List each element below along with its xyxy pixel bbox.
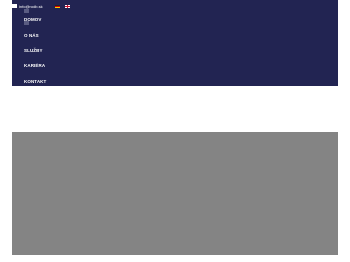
menu-item-sluzby[interactable]: SLUŽBY [24, 43, 46, 58]
menu-item-o-nas[interactable]: O NÁS [24, 27, 46, 42]
email-link[interactable]: info@rodb.sk [19, 4, 43, 9]
main-menu: DOMOV O NÁS SLUŽBY KARIÉRA KONTAKT [24, 12, 46, 89]
flag-de-icon[interactable] [54, 4, 60, 8]
flag-en-icon[interactable] [64, 4, 70, 8]
menu-item-kariera[interactable]: KARIÉRA [24, 58, 46, 73]
menu-item-domov[interactable]: DOMOV [24, 12, 46, 27]
menu-item-kontakt[interactable]: KONTAKT [24, 74, 46, 89]
hero-image-placeholder [12, 132, 338, 255]
navbar [12, 0, 338, 86]
envelope-icon [12, 4, 17, 8]
topbar: info@rodb.sk [12, 2, 70, 10]
